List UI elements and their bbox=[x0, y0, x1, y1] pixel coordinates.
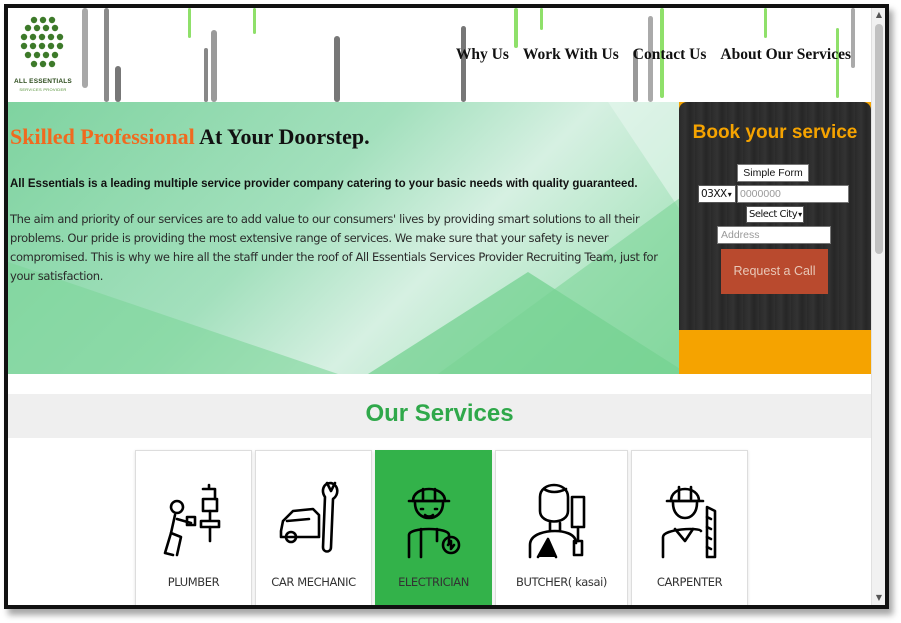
site-header: ALL ESSENTIALS SERVICES PROVIDER Why Us … bbox=[8, 8, 871, 102]
service-card-plumber[interactable]: PLUMBER bbox=[135, 450, 252, 605]
site-logo[interactable]: ALL ESSENTIALS SERVICES PROVIDER bbox=[12, 14, 74, 94]
logo-tagline: SERVICES PROVIDER bbox=[19, 87, 67, 92]
form-type-label: Simple Form bbox=[737, 164, 809, 182]
service-card-electrician[interactable]: ELECTRICIAN bbox=[375, 450, 492, 605]
service-card-car-mechanic[interactable]: CAR MECHANIC bbox=[255, 450, 372, 605]
hero-title: Skilled Professional At Your Doorstep. bbox=[10, 124, 370, 150]
plumber-icon bbox=[163, 483, 221, 557]
city-value: Select City bbox=[749, 209, 798, 220]
service-label: CAR MECHANIC bbox=[271, 575, 356, 589]
browser-frame: ALL ESSENTIALS SERVICES PROVIDER Why Us … bbox=[4, 4, 889, 609]
decor-bar bbox=[188, 8, 191, 38]
city-select[interactable]: Select City▾ bbox=[746, 206, 804, 223]
nav-why-us[interactable]: Why Us bbox=[456, 46, 509, 64]
logo-title: ALL ESSENTIALS bbox=[14, 78, 72, 85]
booking-form-area: Book your service Simple Form 03XX▾ 0000… bbox=[679, 102, 871, 330]
nav-contact-us[interactable]: Contact Us bbox=[633, 46, 707, 64]
page-viewport: ALL ESSENTIALS SERVICES PROVIDER Why Us … bbox=[8, 8, 871, 605]
phone-input[interactable]: 0000000 bbox=[737, 185, 849, 203]
phone-code-value: 03XX bbox=[701, 188, 727, 200]
service-card-carpenter[interactable]: CARPENTER bbox=[631, 450, 748, 605]
decor-bar bbox=[211, 30, 217, 102]
nav-work-with-us[interactable]: Work With Us bbox=[523, 46, 619, 64]
carpenter-icon bbox=[661, 485, 717, 559]
decor-bar bbox=[115, 66, 121, 102]
decor-bar bbox=[204, 48, 208, 102]
service-label: BUTCHER( kasai) bbox=[516, 575, 607, 589]
service-label: CARPENTER bbox=[656, 575, 723, 589]
electrician-icon bbox=[407, 487, 461, 559]
decor-bar bbox=[540, 8, 543, 30]
hero-body: The aim and priority of our services are… bbox=[10, 212, 658, 283]
decor-bar bbox=[851, 8, 855, 68]
request-call-button[interactable]: Request a Call bbox=[721, 249, 828, 294]
service-label: PLUMBER bbox=[167, 575, 220, 589]
chevron-down-icon: ▾ bbox=[798, 210, 802, 219]
decor-bar bbox=[514, 8, 518, 48]
decor-bar bbox=[82, 8, 88, 88]
dot-cluster-logo-icon bbox=[20, 16, 64, 68]
service-card-butcher[interactable]: BUTCHER( kasai) bbox=[495, 450, 628, 605]
phone-code-select[interactable]: 03XX▾ bbox=[698, 185, 736, 203]
butcher-icon bbox=[528, 483, 586, 559]
decor-bar bbox=[461, 26, 466, 102]
services-title: Our Services bbox=[365, 400, 514, 427]
car-mechanic-icon bbox=[279, 481, 339, 553]
decor-bar bbox=[253, 8, 256, 34]
decor-bar bbox=[104, 8, 109, 102]
address-input[interactable]: Address bbox=[717, 226, 831, 244]
nav-about-our-services[interactable]: About Our Services bbox=[720, 46, 851, 64]
scroll-up-icon[interactable]: ▲ bbox=[872, 8, 885, 22]
service-label: ELECTRICIAN bbox=[398, 575, 469, 589]
chevron-down-icon: ▾ bbox=[727, 190, 732, 199]
vertical-scrollbar[interactable]: ▲ ▼ bbox=[871, 8, 885, 605]
services-list: PLUMBER CAR MECHANIC ELECTRICIAN BUTCHER… bbox=[135, 450, 748, 605]
hero-lead: All Essentials is a leading multiple ser… bbox=[10, 178, 638, 190]
scroll-down-icon[interactable]: ▼ bbox=[872, 591, 885, 605]
hero-title-rest: At Your Doorstep. bbox=[199, 124, 370, 149]
main-nav: Why Us Work With Us Contact Us About Our… bbox=[456, 46, 851, 64]
scroll-thumb[interactable] bbox=[875, 24, 883, 254]
booking-panel: Book your service Simple Form 03XX▾ 0000… bbox=[679, 102, 871, 374]
hero-title-accent: Skilled Professional bbox=[10, 124, 195, 149]
decor-bar bbox=[334, 36, 340, 102]
decor-bar bbox=[764, 8, 767, 38]
booking-title: Book your service bbox=[692, 122, 858, 143]
